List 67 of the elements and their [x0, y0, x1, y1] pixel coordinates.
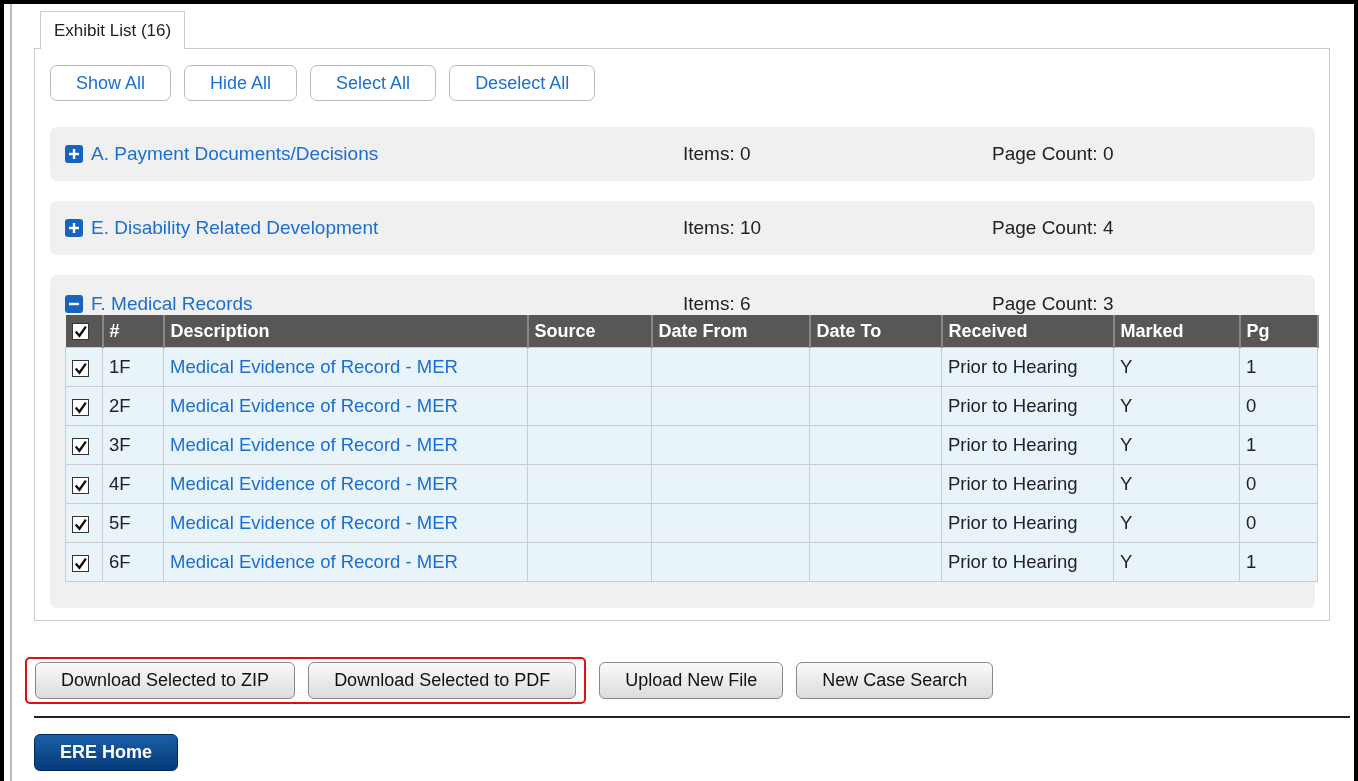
description-link-cell[interactable]: Medical Evidence of Record - MER: [163, 542, 528, 582]
toolbar-button[interactable]: Select All: [310, 65, 437, 101]
row-checkbox[interactable]: [72, 359, 89, 377]
table-cell: Prior to Hearing: [941, 425, 1114, 465]
column-header: Source: [527, 315, 652, 348]
table-cell: Prior to Hearing: [941, 464, 1114, 504]
column-header: #: [102, 315, 164, 348]
expand-icon[interactable]: [65, 219, 83, 237]
page-count: Page Count: 4: [992, 217, 1114, 239]
row-checkbox[interactable]: [72, 398, 89, 416]
description-link-cell[interactable]: Medical Evidence of Record - MER: [163, 464, 528, 504]
table-cell: 5F: [102, 503, 164, 543]
row-checkbox[interactable]: [72, 554, 89, 572]
items-count: Items: 0: [683, 143, 752, 165]
column-header: Date From: [651, 315, 810, 348]
row-checkbox[interactable]: [72, 515, 89, 533]
table-cell: 1F: [102, 347, 164, 387]
column-header: Marked: [1113, 315, 1240, 348]
column-header: Received: [941, 315, 1114, 348]
section-title-link[interactable]: A. Payment Documents/Decisions: [91, 143, 379, 165]
table-cell: Y: [1113, 464, 1240, 504]
toolbar-button[interactable]: Hide All: [184, 65, 298, 101]
table-cell: 3F: [102, 425, 164, 465]
column-header: Date To: [809, 315, 942, 348]
table-cell: Prior to Hearing: [941, 386, 1114, 426]
table-cell: 0: [1239, 503, 1318, 543]
page-count: Page Count: 3: [992, 293, 1114, 315]
column-header: Pg: [1239, 315, 1318, 348]
toolbar-button[interactable]: Deselect All: [449, 65, 596, 101]
items-count: Items: 10: [683, 217, 763, 239]
table-cell: Prior to Hearing: [941, 542, 1114, 582]
table-cell: Prior to Hearing: [941, 347, 1114, 387]
expand-icon[interactable]: [65, 145, 83, 163]
home-button[interactable]: ERE Home: [34, 734, 179, 771]
table-cell: Y: [1113, 425, 1240, 465]
table-cell: 0: [1239, 386, 1318, 426]
table-cell: 2F: [102, 386, 164, 426]
description-link-cell[interactable]: Medical Evidence of Record - MER: [163, 347, 528, 387]
tab[interactable]: Exhibit List (16): [40, 11, 186, 49]
table-cell: 0: [1239, 464, 1318, 504]
action-button[interactable]: New Case Search: [796, 662, 994, 699]
table-cell: Y: [1113, 503, 1240, 543]
page-count: Page Count: 0: [992, 143, 1114, 165]
table-cell: Y: [1113, 542, 1240, 582]
select-all-checkbox[interactable]: [71, 323, 89, 341]
description-link-cell[interactable]: Medical Evidence of Record - MER: [163, 386, 528, 426]
description-link-cell[interactable]: Medical Evidence of Record - MER: [163, 503, 528, 543]
section-title-link[interactable]: F. Medical Records: [91, 293, 253, 315]
items-count: Items: 6: [683, 293, 752, 315]
table-cell: 4F: [102, 464, 164, 504]
table-cell: 1: [1239, 425, 1318, 465]
table-cell: 6F: [102, 542, 164, 582]
description-link-cell[interactable]: Medical Evidence of Record - MER: [163, 425, 528, 465]
section-title-link[interactable]: E. Disability Related Development: [91, 217, 379, 239]
toolbar-button[interactable]: Show All: [50, 65, 172, 101]
table-cell: 1: [1239, 347, 1318, 387]
column-header: Description: [163, 315, 528, 348]
table-cell: Y: [1113, 386, 1240, 426]
action-button[interactable]: Download Selected to PDF: [308, 662, 577, 699]
action-button[interactable]: Download Selected to ZIP: [35, 662, 296, 699]
table-cell: Y: [1113, 347, 1240, 387]
table-cell: Prior to Hearing: [941, 503, 1114, 543]
row-checkbox[interactable]: [72, 437, 89, 455]
row-checkbox[interactable]: [72, 476, 89, 494]
collapse-icon[interactable]: [65, 295, 83, 313]
action-button[interactable]: Upload New File: [599, 662, 784, 699]
table-cell: 1: [1239, 542, 1318, 582]
